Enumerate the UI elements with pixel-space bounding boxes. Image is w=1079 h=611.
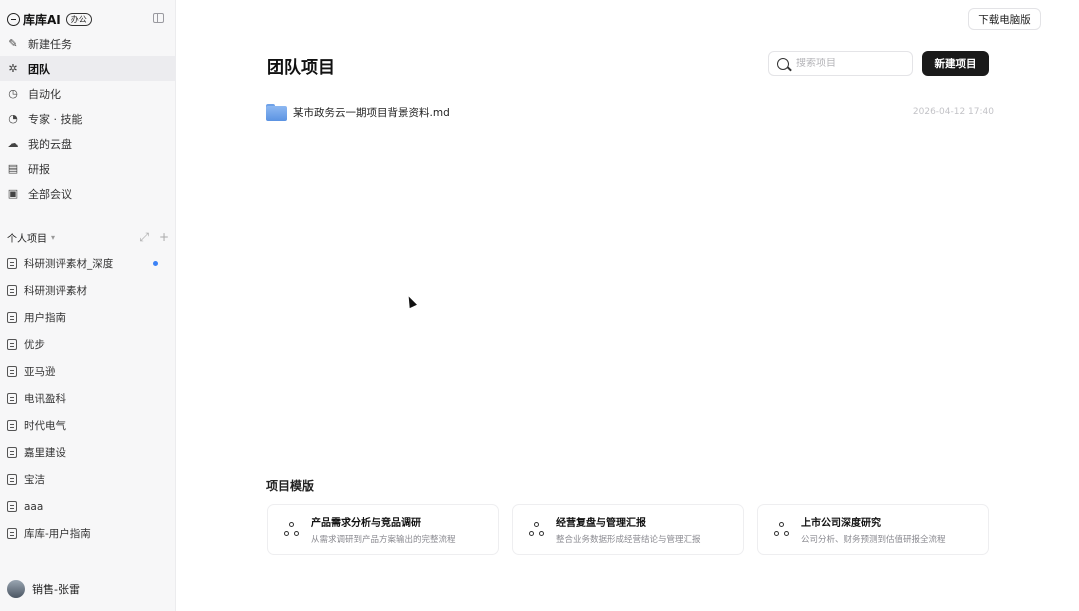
meeting-icon: ▣ — [7, 187, 19, 200]
team-icon — [774, 521, 790, 538]
document-icon — [7, 393, 17, 404]
project-label: 科研测评素材_深度 — [24, 258, 114, 270]
brand[interactable]: 库库AI 办公 — [7, 10, 92, 28]
template-card[interactable]: 经营复盘与管理汇报 整合业务数据形成经营结论与管理汇报 — [512, 504, 744, 555]
brand-badge: 办公 — [65, 12, 92, 26]
nav-research-reports[interactable]: ▤ 研报 — [0, 156, 176, 181]
document-icon — [7, 447, 17, 458]
project-item[interactable]: aaa — [0, 493, 176, 520]
project-label: aaa — [24, 500, 44, 513]
report-icon: ▤ — [7, 162, 19, 175]
brand-name: 库库AI — [23, 12, 61, 27]
projects-section-title: 个人项目 — [7, 233, 47, 245]
template-name: 经营复盘与管理汇报 — [556, 518, 646, 529]
expand-icon[interactable]: ⤢ — [139, 230, 149, 245]
project-item[interactable]: 宝洁 — [0, 466, 176, 493]
team-icon: ✲ — [8, 62, 18, 75]
project-item[interactable]: 优步 — [0, 331, 176, 358]
user-name: 销售-张雷 — [32, 583, 80, 596]
nav-automation[interactable]: ◷ 自动化 — [0, 81, 176, 106]
project-item[interactable]: 库库-用户指南 — [0, 520, 176, 547]
document-icon — [7, 528, 17, 539]
project-label: 库库-用户指南 — [24, 528, 91, 540]
sidebar-collapse-icon[interactable] — [153, 13, 164, 23]
edit-icon: ✎ — [8, 37, 18, 50]
page-title: 团队项目 — [267, 58, 335, 78]
project-item[interactable]: 亚马逊 — [0, 358, 176, 385]
nav-label: 新建任务 — [28, 37, 72, 51]
template-card[interactable]: 产品需求分析与竞品调研 从需求调研到产品方案输出的完整流程 — [267, 504, 499, 555]
document-icon — [7, 285, 17, 296]
clock-icon: ◷ — [8, 87, 18, 100]
templates-title: 项目模版 — [266, 479, 315, 493]
new-project-button[interactable]: 新建项目 — [922, 51, 989, 76]
expert-icon: ◔ — [8, 112, 18, 125]
nav-meetings[interactable]: ▣ 全部会议 — [0, 181, 176, 206]
download-desktop-button[interactable]: 下载电脑版 — [968, 8, 1041, 30]
project-item[interactable]: 科研测评素材 — [0, 277, 176, 304]
mouse-cursor-icon — [405, 294, 417, 309]
nav-team[interactable]: ✲ 团队 — [0, 56, 176, 81]
template-card[interactable]: 上市公司深度研究 公司分析、财务预测到估值研报全流程 — [757, 504, 989, 555]
nav-new-task[interactable]: ✎ 新建任务 — [0, 31, 176, 56]
search-box[interactable] — [768, 51, 913, 76]
template-desc: 从需求调研到产品方案输出的完整流程 — [311, 535, 456, 545]
nav-label: 全部会议 — [28, 187, 72, 201]
project-label: 用户指南 — [24, 312, 66, 324]
document-icon — [7, 258, 17, 269]
nav-label: 研报 — [28, 162, 50, 176]
project-label: 科研测评素材 — [24, 285, 87, 297]
sidebar-nav: ✎ 新建任务 ✲ 团队 ◷ 自动化 ◔ 专家 · 技能 ☁ 我的云盘 ▤ 研报 … — [0, 31, 176, 206]
nav-label: 专家 · 技能 — [28, 112, 83, 126]
project-label: 宝洁 — [24, 474, 45, 486]
project-item[interactable]: 嘉里建设 — [0, 439, 176, 466]
nav-label: 我的云盘 — [28, 137, 72, 151]
document-icon — [7, 366, 17, 377]
project-label: 优步 — [24, 339, 45, 351]
chevron-down-icon[interactable]: ▾ — [51, 233, 55, 242]
project-item[interactable]: 科研测评素材_深度 — [0, 250, 176, 277]
file-name: 某市政务云一期项目背景资料.md — [293, 106, 450, 119]
avatar — [7, 580, 25, 598]
project-list: 科研测评素材_深度 科研测评素材 用户指南 优步 亚马逊 电讯盈科 时代电气 嘉… — [0, 250, 176, 547]
folder-icon — [266, 103, 287, 121]
nav-label: 团队 — [28, 62, 50, 76]
document-icon — [7, 474, 17, 485]
cloud-icon: ☁ — [7, 137, 19, 150]
document-icon — [7, 420, 17, 431]
projects-section-header[interactable]: 个人项目 ▾ ⤢ + — [7, 229, 169, 245]
project-label: 亚马逊 — [24, 366, 56, 378]
document-icon — [7, 312, 17, 323]
unread-dot — [153, 261, 158, 266]
user-profile[interactable]: 销售-张雷 — [7, 578, 80, 600]
file-timestamp: 2026-04-12 17:40 — [912, 107, 994, 117]
template-name: 上市公司深度研究 — [801, 518, 881, 529]
document-icon — [7, 501, 17, 512]
add-project-icon[interactable]: + — [159, 230, 169, 245]
nav-experts[interactable]: ◔ 专家 · 技能 — [0, 106, 176, 131]
team-icon — [284, 521, 300, 538]
file-row[interactable]: 某市政务云一期项目背景资料.md 2026-04-12 17:40 — [266, 101, 994, 123]
template-name: 产品需求分析与竞品调研 — [311, 518, 421, 529]
project-label: 时代电气 — [24, 420, 66, 432]
project-label: 电讯盈科 — [24, 393, 66, 405]
project-item[interactable]: 时代电气 — [0, 412, 176, 439]
document-icon — [7, 339, 17, 350]
search-input[interactable] — [796, 58, 906, 69]
project-label: 嘉里建设 — [24, 447, 66, 459]
search-icon — [777, 57, 789, 70]
team-icon — [529, 521, 545, 538]
project-item[interactable]: 电讯盈科 — [0, 385, 176, 412]
nav-label: 自动化 — [28, 87, 61, 101]
nav-cloud-drive[interactable]: ☁ 我的云盘 — [0, 131, 176, 156]
template-desc: 整合业务数据形成经营结论与管理汇报 — [556, 535, 701, 545]
sidebar: 库库AI 办公 ✎ 新建任务 ✲ 团队 ◷ 自动化 ◔ 专家 · 技能 ☁ 我的… — [0, 0, 176, 611]
project-item[interactable]: 用户指南 — [0, 304, 176, 331]
template-desc: 公司分析、财务预测到估值研报全流程 — [801, 535, 946, 545]
logo-icon — [7, 12, 20, 26]
